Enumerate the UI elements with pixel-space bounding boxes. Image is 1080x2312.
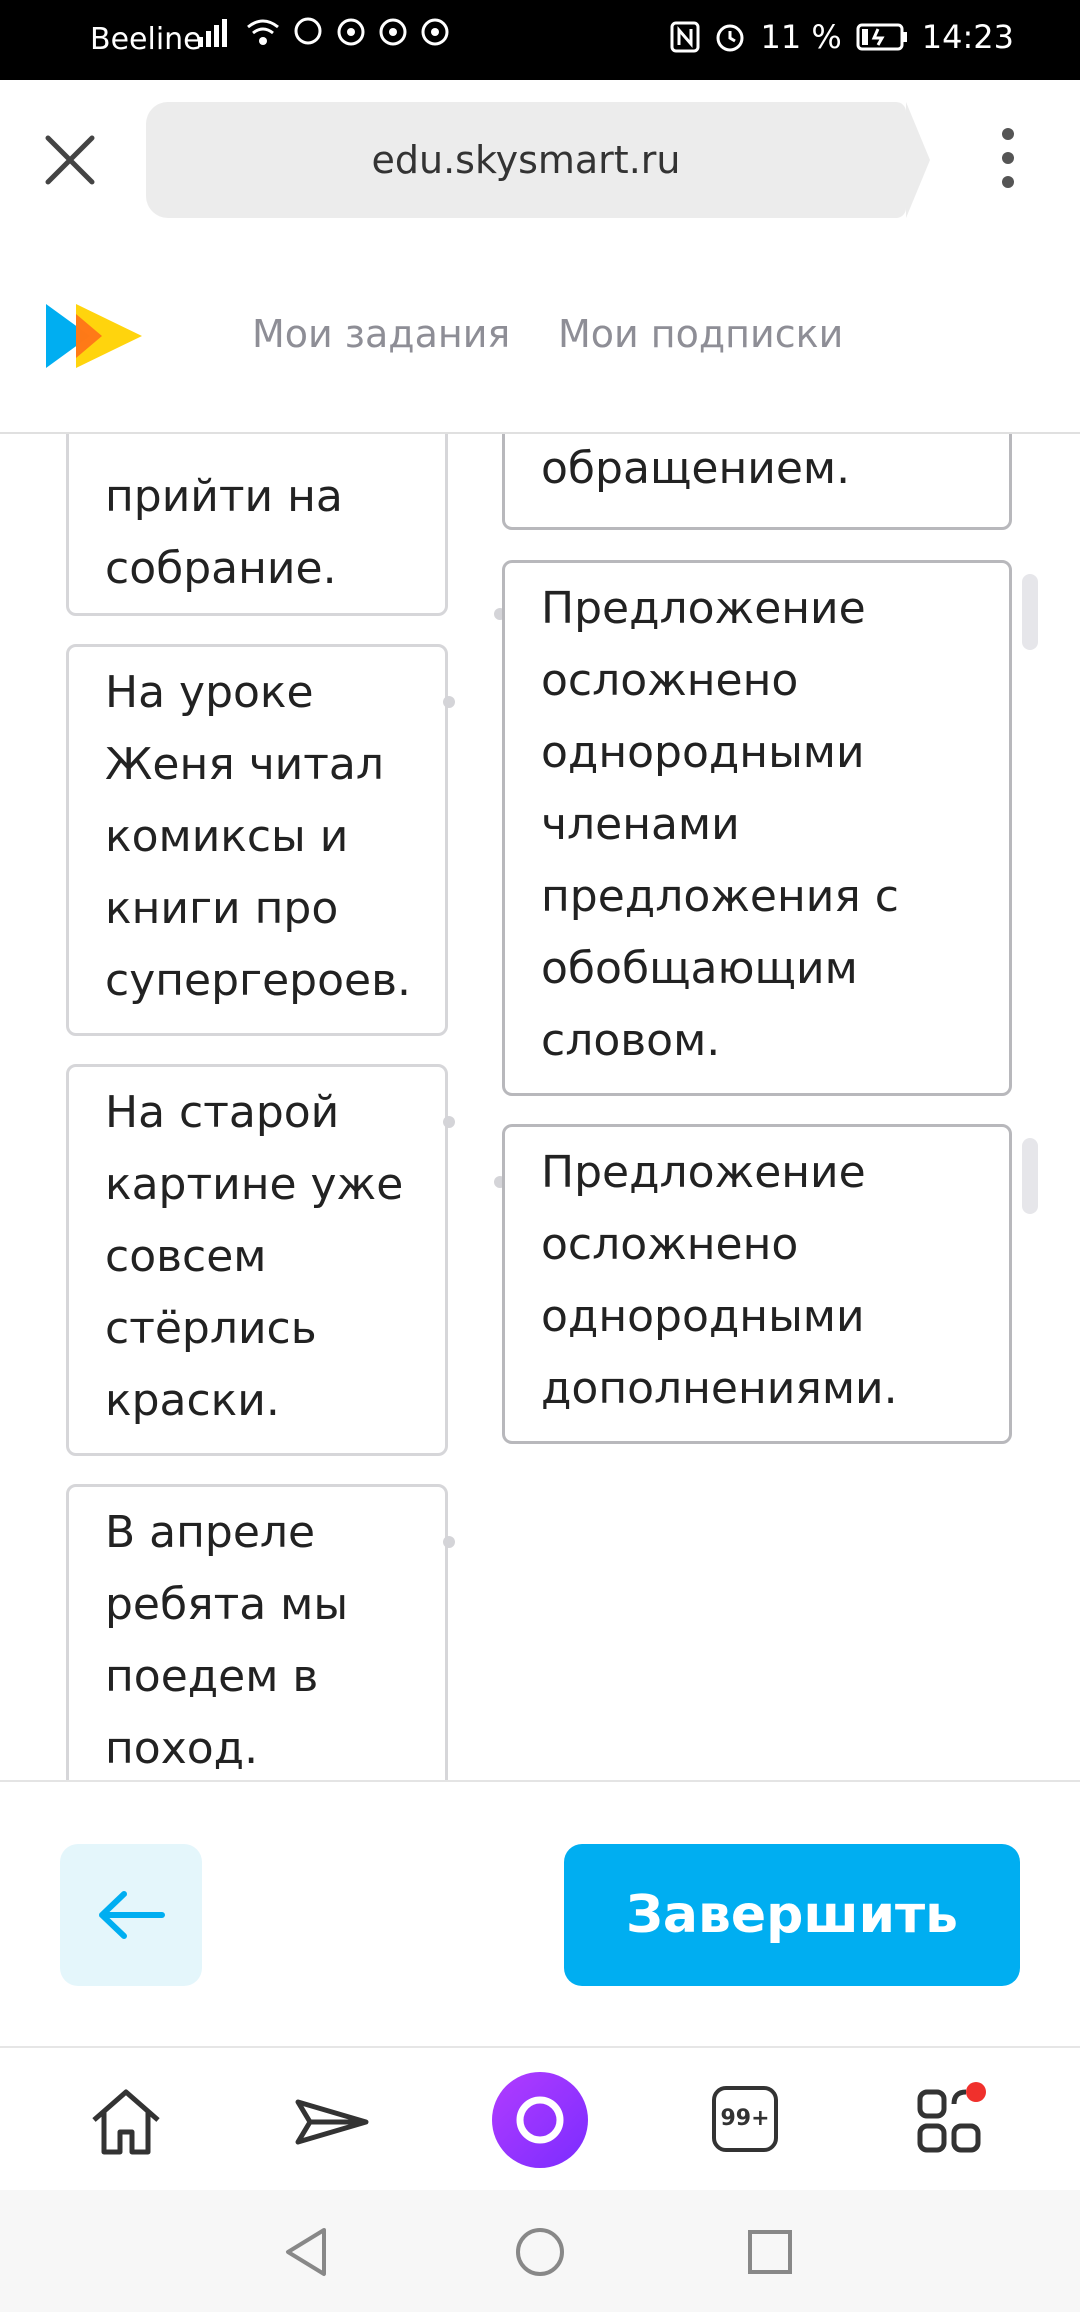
card-scrollbar[interactable] <box>1022 574 1038 650</box>
alarm-icon <box>716 24 744 52</box>
back-button[interactable] <box>60 1844 202 1986</box>
nav-home-icon[interactable] <box>514 2226 566 2278</box>
status-right: 11 % 14:23 <box>670 18 1014 56</box>
match-card-right[interactable]: обращением. <box>502 434 1012 530</box>
tabs-count-button[interactable]: 99+ <box>712 2086 778 2152</box>
card-text: Предложение осложнено однородными членам… <box>541 583 899 1066</box>
match-card-left[interactable]: На уроке Женя читал комиксы и книги про … <box>66 644 448 1036</box>
close-tab-button[interactable] <box>40 130 100 190</box>
matching-exercise: прийти на собрание. На уроке Женя читал … <box>0 434 1080 1780</box>
battery-percent: 11 % <box>760 18 842 56</box>
browser-menu-button[interactable] <box>990 128 1026 198</box>
match-card-left[interactable]: В апреле ребята мы поедем в поход. <box>66 1484 448 1780</box>
browser-toolbar: 99+ <box>0 2046 1080 2192</box>
apps-grid-icon[interactable] <box>912 2082 992 2162</box>
chrome-icon <box>379 18 407 46</box>
exercise-action-bar: Завершить <box>0 1780 1080 2048</box>
card-text: На старой картине уже совсем стёрлись кр… <box>105 1087 404 1426</box>
card-text: обращением. <box>541 443 851 494</box>
card-scrollbar[interactable] <box>1022 1138 1038 1214</box>
wifi-icon <box>247 19 279 45</box>
url-text: edu.skysmart.ru <box>371 138 681 182</box>
chrome-icon <box>337 18 365 46</box>
connector-dot[interactable] <box>443 696 455 708</box>
card-text: Предложение осложнено однородными дополн… <box>541 1147 898 1414</box>
url-field[interactable]: edu.skysmart.ru <box>146 102 930 218</box>
status-icons <box>198 16 450 48</box>
system-navigation-bar <box>0 2190 1080 2312</box>
card-text: На уроке Женя читал комиксы и книги про … <box>105 667 412 1006</box>
card-text: прийти на собрание. <box>105 471 343 594</box>
home-icon[interactable] <box>86 2082 166 2162</box>
connector-dot[interactable] <box>443 1116 455 1128</box>
match-card-left[interactable]: На старой картине уже совсем стёрлись кр… <box>66 1064 448 1456</box>
clock-time: 14:23 <box>921 18 1014 56</box>
nfc-icon <box>670 21 700 53</box>
match-card-right[interactable]: Предложение осложнено однородными дополн… <box>502 1124 1012 1444</box>
nav-back-icon[interactable] <box>282 2226 332 2278</box>
viber-icon <box>294 17 322 45</box>
site-header: Мои задания Мои подписки <box>0 240 1080 434</box>
status-bar: Beeline 11 % 14:23 <box>0 0 1080 80</box>
send-icon[interactable] <box>292 2082 372 2162</box>
match-card-right[interactable]: Предложение осложнено однородными членам… <box>502 560 1012 1096</box>
chrome-icon <box>421 18 449 46</box>
close-icon <box>45 135 95 185</box>
skysmart-logo[interactable] <box>46 302 146 370</box>
nav-my-subscriptions[interactable]: Мои подписки <box>558 312 843 356</box>
match-card-left[interactable]: прийти на собрание. <box>66 434 448 616</box>
connector-dot[interactable] <box>443 1536 455 1548</box>
alice-assistant-button[interactable] <box>492 2072 588 2168</box>
finish-button[interactable]: Завершить <box>564 1844 1020 1986</box>
browser-address-bar: edu.skysmart.ru <box>0 80 1080 242</box>
battery-icon <box>856 23 907 51</box>
carrier-name: Beeline <box>90 22 202 57</box>
card-text: В апреле ребята мы поедем в поход. <box>105 1507 349 1774</box>
nav-my-tasks[interactable]: Мои задания <box>252 312 510 356</box>
signal-icon <box>198 19 227 47</box>
alice-icon <box>516 2096 564 2144</box>
nav-recents-icon[interactable] <box>746 2228 794 2276</box>
arrow-left-icon <box>99 1891 165 1939</box>
